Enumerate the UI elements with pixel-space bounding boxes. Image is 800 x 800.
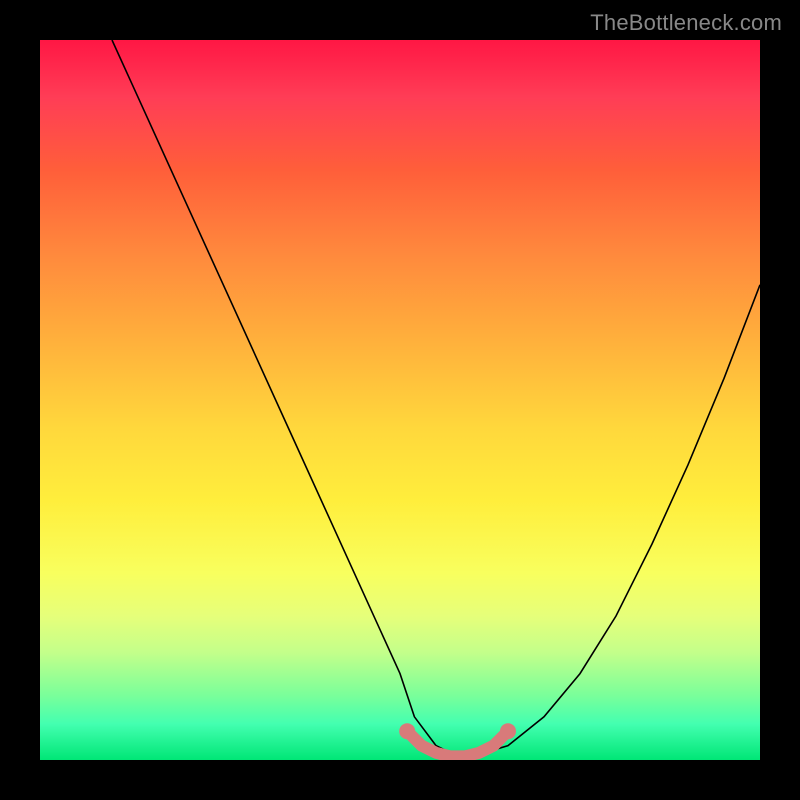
chart-svg <box>40 40 760 760</box>
marker-endpoint-dot <box>500 723 516 739</box>
bottleneck-curve <box>112 40 760 756</box>
plot-area <box>40 40 760 760</box>
watermark-text: TheBottleneck.com <box>590 10 782 36</box>
marker-endpoint-dot <box>399 723 415 739</box>
optimal-zone-marker <box>407 731 508 756</box>
